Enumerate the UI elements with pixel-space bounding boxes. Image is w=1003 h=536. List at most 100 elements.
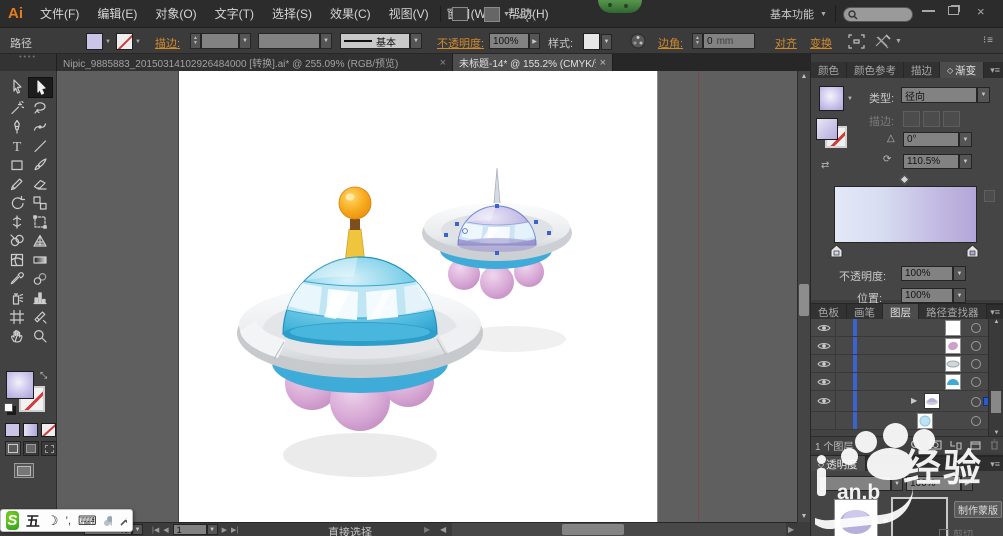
eye-icon[interactable] <box>817 323 831 333</box>
first-artboard-icon[interactable]: |◀ <box>152 526 159 534</box>
layer-target-icon[interactable] <box>971 377 981 387</box>
search-input[interactable] <box>843 7 913 22</box>
gradient-stop-end[interactable] <box>966 245 979 258</box>
rotate-tool[interactable] <box>5 193 28 212</box>
tab-gradient[interactable]: ◇ 渐变 <box>940 62 985 78</box>
panel-menu-icon[interactable]: ▾≡ <box>990 459 1003 470</box>
fill-color-swatch[interactable]: ▼ <box>86 33 111 50</box>
fill-indicator[interactable] <box>6 371 34 399</box>
mesh-tool[interactable] <box>5 250 28 269</box>
panel-menu-icon[interactable]: ▾≡ <box>990 307 1003 318</box>
layer-target-icon[interactable] <box>971 397 981 407</box>
layer-thumbnail[interactable] <box>924 393 940 409</box>
reverse-gradient-icon[interactable]: ⇄ <box>821 160 829 171</box>
tab-stroke[interactable]: 描边 <box>904 62 940 78</box>
brush-definition-select[interactable]: 基本 ▼ <box>340 33 422 49</box>
make-clip-mask-icon[interactable] <box>929 439 942 451</box>
layer-thumbnail[interactable] <box>945 356 961 372</box>
eye-icon[interactable] <box>817 341 831 351</box>
make-mask-button[interactable]: 制作蒙版 <box>954 501 1002 518</box>
width-tool[interactable] <box>5 212 28 231</box>
line-segment-tool[interactable] <box>28 136 51 155</box>
gradient-button[interactable] <box>23 423 38 437</box>
ime-punct-icon[interactable]: ’, <box>66 515 72 527</box>
locate-object-icon[interactable] <box>910 439 922 451</box>
magic-wand-tool[interactable] <box>5 98 28 117</box>
panel-collapse-icon[interactable]: ⁝≡ <box>983 35 994 46</box>
shape-mode-icon[interactable]: ▼ <box>874 34 902 49</box>
layer-row[interactable] <box>811 319 988 337</box>
tab-layers[interactable]: 图层 <box>883 304 919 320</box>
layer-thumbnail[interactable] <box>917 413 933 429</box>
new-sublayer-icon[interactable] <box>949 439 962 451</box>
artboard-number-field[interactable]: 1 ▼ <box>172 524 218 535</box>
draw-behind-icon[interactable] <box>23 441 39 456</box>
pen-tool[interactable] <box>5 117 28 136</box>
menu-type[interactable]: 文字(T) <box>206 5 263 22</box>
eraser-tool[interactable] <box>28 174 51 193</box>
hscroll-thumb[interactable] <box>562 524 624 535</box>
recolor-artwork-icon[interactable] <box>630 33 646 54</box>
shape-builder-tool[interactable] <box>5 231 28 250</box>
canvas-area[interactable] <box>57 71 797 522</box>
perspective-grid-tool[interactable] <box>28 231 51 250</box>
graph-tool[interactable] <box>28 288 51 307</box>
opacity-label[interactable]: 不透明度: <box>437 35 484 51</box>
artwork-canvas[interactable] <box>178 71 658 522</box>
arrange-documents-icon[interactable]: ▼ <box>484 7 510 22</box>
swap-fill-stroke-icon[interactable]: ⤡ <box>40 370 47 381</box>
slice-tool[interactable] <box>28 307 51 326</box>
stroke-weight-label[interactable]: 描边: <box>155 35 180 51</box>
curvature-tool[interactable] <box>28 117 51 136</box>
menu-select[interactable]: 选择(S) <box>263 5 321 22</box>
gradient-swatch-arrow-icon[interactable]: ▼ <box>847 96 853 102</box>
stroke-along-icon[interactable] <box>923 111 940 127</box>
document-layout-icon[interactable] <box>452 7 468 21</box>
stop-opacity-field[interactable]: 100% ▼ <box>901 266 966 281</box>
menu-edit[interactable]: 编辑(E) <box>88 5 146 22</box>
gradient-type-select[interactable]: 径向 ▼ <box>901 87 990 103</box>
ime-wrench-icon[interactable] <box>119 515 127 527</box>
gradient-tool[interactable] <box>28 250 51 269</box>
small-ufo[interactable] <box>422 167 572 299</box>
tab-close-icon[interactable]: × <box>600 57 606 69</box>
menu-file[interactable]: 文件(F) <box>31 5 88 22</box>
layers-scroll-thumb[interactable] <box>991 391 1001 413</box>
align-selected-icon[interactable] <box>848 34 865 54</box>
zoom-tool[interactable] <box>28 326 51 345</box>
pencil-tool[interactable] <box>5 174 28 193</box>
tab-color[interactable]: 颜色 <box>811 62 847 78</box>
eye-icon[interactable] <box>817 396 831 406</box>
eyedropper-tool[interactable] <box>5 269 28 288</box>
ime-mode[interactable]: 五 <box>26 511 40 531</box>
ime-bar[interactable]: S 五 ☽ ’, ⌨ <box>0 509 133 532</box>
horizontal-scrollbar[interactable] <box>452 523 786 536</box>
hscroll-right-icon[interactable]: ▶ <box>788 525 794 534</box>
stop-position-field[interactable]: 100% ▼ <box>901 288 966 303</box>
gpu-performance-icon[interactable] <box>516 6 536 27</box>
layer-target-icon[interactable] <box>971 323 981 333</box>
layer-row[interactable] <box>811 373 988 391</box>
color-button[interactable] <box>5 423 20 437</box>
ime-fullwidth-icon[interactable]: ☽ <box>47 513 59 529</box>
gradient-swatch[interactable] <box>819 86 844 111</box>
hand-tool[interactable] <box>5 326 28 345</box>
transparency-opacity-field[interactable]: 100% ▶ <box>906 476 973 491</box>
tab-swatches[interactable]: 色板 <box>811 304 847 320</box>
paintbrush-tool[interactable] <box>28 155 51 174</box>
hscroll-left-icon[interactable]: ◀ <box>440 525 446 534</box>
layer-target-icon[interactable] <box>971 341 981 351</box>
workspace-switcher[interactable]: 基本功能 ▼ <box>770 6 827 22</box>
expand-arrow-icon[interactable]: ▶ <box>911 396 917 405</box>
ime-keyboard-icon[interactable]: ⌨ <box>78 513 97 529</box>
width-profile-select[interactable]: ▼ <box>258 33 332 49</box>
corner-label[interactable]: 边角: <box>658 35 683 51</box>
status-menu-icon[interactable]: ▶ <box>424 525 430 534</box>
object-thumbnail[interactable] <box>834 499 878 536</box>
menu-view[interactable]: 视图(V) <box>380 5 438 22</box>
rectangle-tool[interactable] <box>5 155 28 174</box>
layer-row[interactable] <box>811 412 988 430</box>
gradient-stop-start[interactable] <box>830 245 843 258</box>
stroke-weight-select[interactable]: ▼ <box>201 33 251 49</box>
restore-button[interactable] <box>948 6 959 15</box>
